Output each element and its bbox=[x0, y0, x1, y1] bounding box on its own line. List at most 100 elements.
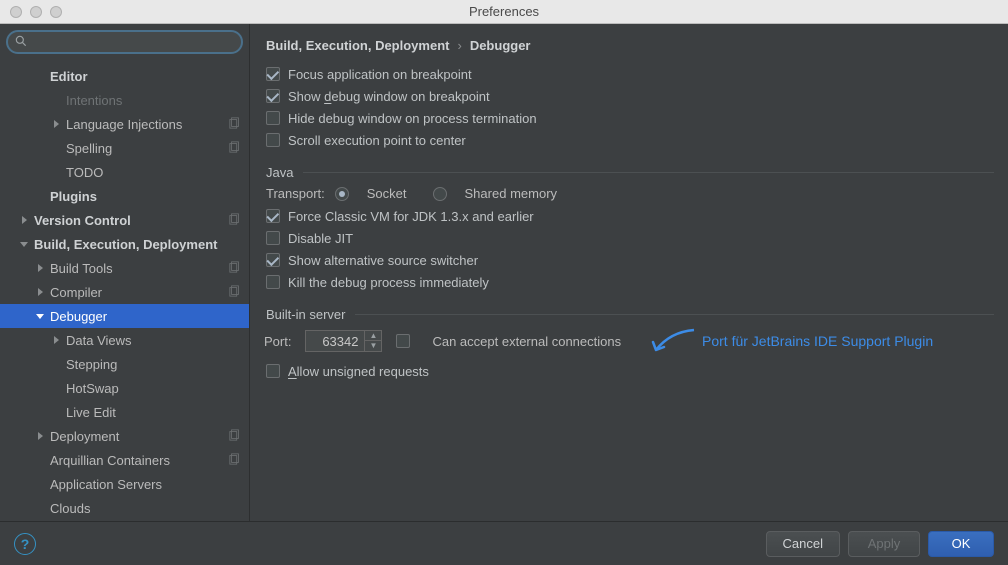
breadcrumb-part: Debugger bbox=[470, 38, 531, 53]
spinner-arrows[interactable]: ▲ ▼ bbox=[364, 331, 381, 351]
scope-icon bbox=[229, 285, 243, 299]
chevron-right-icon bbox=[34, 432, 46, 440]
option-label: Show alternative source switcher bbox=[288, 253, 478, 268]
sidebar-item-plugins[interactable]: Plugins bbox=[0, 184, 249, 208]
section-builtin-server: Built-in server bbox=[266, 307, 994, 322]
sidebar-item-label: Data Views bbox=[66, 333, 243, 348]
scope-icon bbox=[229, 429, 243, 443]
option-label: Show debug window on breakpoint bbox=[288, 89, 490, 104]
sidebar-item-stepping[interactable]: Stepping bbox=[0, 352, 249, 376]
option-hide-debug-window[interactable]: Hide debug window on process termination bbox=[266, 107, 994, 129]
sidebar-item-clouds[interactable]: Clouds bbox=[0, 496, 249, 520]
option-show-debug-window[interactable]: Show debug window on breakpoint bbox=[266, 85, 994, 107]
sidebar-item-label: Spelling bbox=[66, 141, 229, 156]
section-java: Java bbox=[266, 165, 994, 180]
sidebar-item-debugger[interactable]: Debugger bbox=[0, 304, 249, 328]
sidebar-item-version-control[interactable]: Version Control bbox=[0, 208, 249, 232]
sidebar-item-data-views[interactable]: Data Views bbox=[0, 328, 249, 352]
option-kill-debug-process[interactable]: Kill the debug process immediately bbox=[266, 271, 994, 293]
footer: ? Cancel Apply OK bbox=[0, 521, 1008, 565]
sidebar-item-build-tools[interactable]: Build Tools bbox=[0, 256, 249, 280]
sidebar-item-label: Deployment bbox=[50, 429, 229, 444]
checkbox-icon[interactable] bbox=[266, 67, 280, 81]
spinner-up-icon[interactable]: ▲ bbox=[365, 331, 381, 341]
divider bbox=[303, 172, 994, 173]
option-label: Force Classic VM for JDK 1.3.x and earli… bbox=[288, 209, 534, 224]
chevron-right-icon: › bbox=[457, 38, 461, 53]
option-allow-unsigned[interactable]: Allow unsigned requests bbox=[266, 360, 994, 382]
option-disable-jit[interactable]: Disable JIT bbox=[266, 227, 994, 249]
sidebar-item-label: Language Injections bbox=[66, 117, 229, 132]
checkbox-icon[interactable] bbox=[266, 253, 280, 267]
sidebar-item-spelling[interactable]: Spelling bbox=[0, 136, 249, 160]
transport-row: Transport: Socket Shared memory bbox=[266, 186, 994, 201]
option-label: Allow unsigned requests bbox=[288, 364, 429, 379]
scope-icon bbox=[229, 117, 243, 131]
scope-icon bbox=[229, 453, 243, 467]
checkbox-icon[interactable] bbox=[266, 111, 280, 125]
option-force-classic-vm[interactable]: Force Classic VM for JDK 1.3.x and earli… bbox=[266, 205, 994, 227]
help-button[interactable]: ? bbox=[14, 533, 36, 555]
search-icon bbox=[14, 34, 28, 48]
cancel-button[interactable]: Cancel bbox=[766, 531, 840, 557]
checkbox-icon[interactable] bbox=[266, 209, 280, 223]
sidebar-item-application-servers[interactable]: Application Servers bbox=[0, 472, 249, 496]
chevron-right-icon bbox=[34, 264, 46, 272]
sidebar-item-coverage[interactable]: Coverage bbox=[0, 520, 249, 521]
sidebar-item-editor[interactable]: Editor bbox=[0, 64, 249, 88]
spinner-down-icon[interactable]: ▼ bbox=[365, 341, 381, 351]
option-focus-breakpoint[interactable]: Focus application on breakpoint bbox=[266, 63, 994, 85]
sidebar-item-build-execution-deployment[interactable]: Build, Execution, Deployment bbox=[0, 232, 249, 256]
sidebar-item-label: Application Servers bbox=[50, 477, 243, 492]
sidebar-item-label: Live Edit bbox=[66, 405, 243, 420]
port-spinner[interactable]: ▲ ▼ bbox=[305, 330, 382, 352]
sidebar-item-label: Build, Execution, Deployment bbox=[34, 237, 243, 252]
sidebar-item-label: TODO bbox=[66, 165, 243, 180]
sidebar-item-todo[interactable]: TODO bbox=[0, 160, 249, 184]
option-label: Hide debug window on process termination bbox=[288, 111, 537, 126]
transport-label: Transport: bbox=[266, 186, 325, 201]
radio-socket-label: Socket bbox=[367, 186, 407, 201]
search-wrap bbox=[0, 24, 249, 62]
chevron-right-icon bbox=[34, 288, 46, 296]
sidebar-item-live-edit[interactable]: Live Edit bbox=[0, 400, 249, 424]
sidebar-item-label: Intentions bbox=[66, 93, 243, 108]
scope-icon bbox=[229, 213, 243, 227]
sidebar-item-label: Editor bbox=[50, 69, 243, 84]
sidebar-item-label: Compiler bbox=[50, 285, 229, 300]
divider bbox=[355, 314, 994, 315]
sidebar-item-label: Debugger bbox=[50, 309, 243, 324]
checkbox-icon[interactable] bbox=[266, 275, 280, 289]
sidebar-item-label: Plugins bbox=[50, 189, 243, 204]
sidebar-item-compiler[interactable]: Compiler bbox=[0, 280, 249, 304]
scope-icon bbox=[229, 261, 243, 275]
titlebar: Preferences bbox=[0, 0, 1008, 24]
breadcrumb: Build, Execution, Deployment › Debugger bbox=[266, 38, 994, 53]
sidebar-item-intentions[interactable]: Intentions bbox=[0, 88, 249, 112]
sidebar-item-arquillian-containers[interactable]: Arquillian Containers bbox=[0, 448, 249, 472]
port-input[interactable] bbox=[306, 334, 364, 349]
option-alt-source-switcher[interactable]: Show alternative source switcher bbox=[266, 249, 994, 271]
sidebar: Editor Intentions Language Injections Spel… bbox=[0, 24, 250, 521]
chevron-down-icon bbox=[34, 312, 46, 320]
option-scroll-center[interactable]: Scroll execution point to center bbox=[266, 129, 994, 151]
ok-button[interactable]: OK bbox=[928, 531, 994, 557]
sidebar-item-deployment[interactable]: Deployment bbox=[0, 424, 249, 448]
window-title: Preferences bbox=[0, 4, 1008, 19]
checkbox-icon[interactable] bbox=[266, 364, 280, 378]
option-label: Disable JIT bbox=[288, 231, 353, 246]
checkbox-accept-external[interactable] bbox=[396, 334, 410, 348]
chevron-right-icon bbox=[50, 336, 62, 344]
sidebar-item-hotswap[interactable]: HotSwap bbox=[0, 376, 249, 400]
sidebar-item-language-injections[interactable]: Language Injections bbox=[0, 112, 249, 136]
search-input[interactable] bbox=[6, 30, 243, 54]
apply-button: Apply bbox=[848, 531, 920, 557]
checkbox-icon[interactable] bbox=[266, 231, 280, 245]
chevron-right-icon bbox=[18, 216, 30, 224]
radio-socket[interactable] bbox=[335, 187, 349, 201]
sidebar-item-label: HotSwap bbox=[66, 381, 243, 396]
checkbox-icon[interactable] bbox=[266, 89, 280, 103]
chevron-right-icon bbox=[50, 120, 62, 128]
radio-shared-memory-label: Shared memory bbox=[465, 186, 558, 201]
checkbox-icon[interactable] bbox=[266, 133, 280, 147]
